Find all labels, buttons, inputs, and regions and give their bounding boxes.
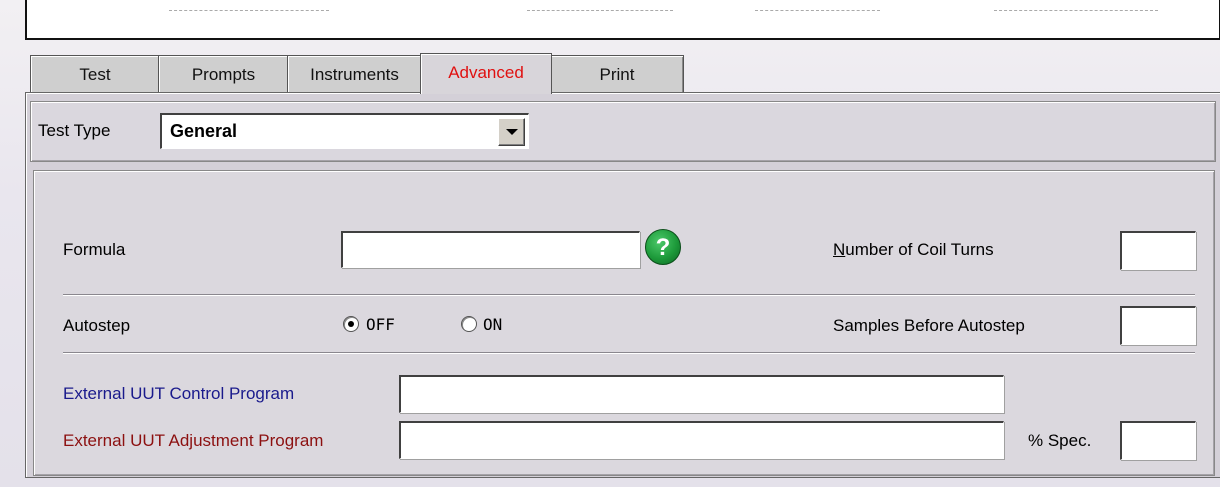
spec-label: % Spec. <box>1028 431 1092 450</box>
autostep-off-label[interactable]: OFF <box>366 315 395 334</box>
coil-turns-label: Number of Coil Turns <box>833 240 994 259</box>
autostep-on-label[interactable]: ON <box>483 315 502 334</box>
formula-input[interactable] <box>341 231 640 268</box>
tab-advanced[interactable]: Advanced <box>420 53 552 94</box>
coil-turns-input[interactable] <box>1120 231 1196 270</box>
tab-instruments[interactable]: Instruments <box>287 55 422 93</box>
spec-input[interactable] <box>1120 421 1196 460</box>
autostep-on-radio[interactable] <box>461 316 477 332</box>
chevron-down-icon[interactable] <box>498 118 525 146</box>
divider <box>63 294 1195 296</box>
tab-print[interactable]: Print <box>550 55 684 93</box>
tab-prompts[interactable]: Prompts <box>158 55 289 93</box>
test-type-value: General <box>170 121 238 141</box>
samples-before-autostep-label: Samples Before Autostep <box>833 316 1025 335</box>
autostep-off-radio[interactable] <box>343 316 359 332</box>
autostep-label: Autostep <box>63 316 131 335</box>
question-mark-icon[interactable]: ? <box>645 229 681 265</box>
dashed-line <box>169 10 329 11</box>
test-type-label: Test Type <box>38 121 111 140</box>
formula-label: Formula <box>63 240 126 259</box>
external-uut-adjustment-label: External UUT Adjustment Program <box>63 431 324 450</box>
divider <box>63 352 1195 354</box>
dashed-line <box>994 10 1158 11</box>
top-panel <box>25 0 1220 40</box>
samples-before-autostep-input[interactable] <box>1120 306 1196 345</box>
tab-test[interactable]: Test <box>30 55 160 93</box>
external-uut-control-input[interactable] <box>399 375 1004 413</box>
dashed-line <box>755 10 880 11</box>
dashed-line <box>527 10 673 11</box>
external-uut-control-label: External UUT Control Program <box>63 384 295 403</box>
test-type-select[interactable]: General <box>160 113 529 149</box>
external-uut-adjustment-input[interactable] <box>399 421 1004 459</box>
